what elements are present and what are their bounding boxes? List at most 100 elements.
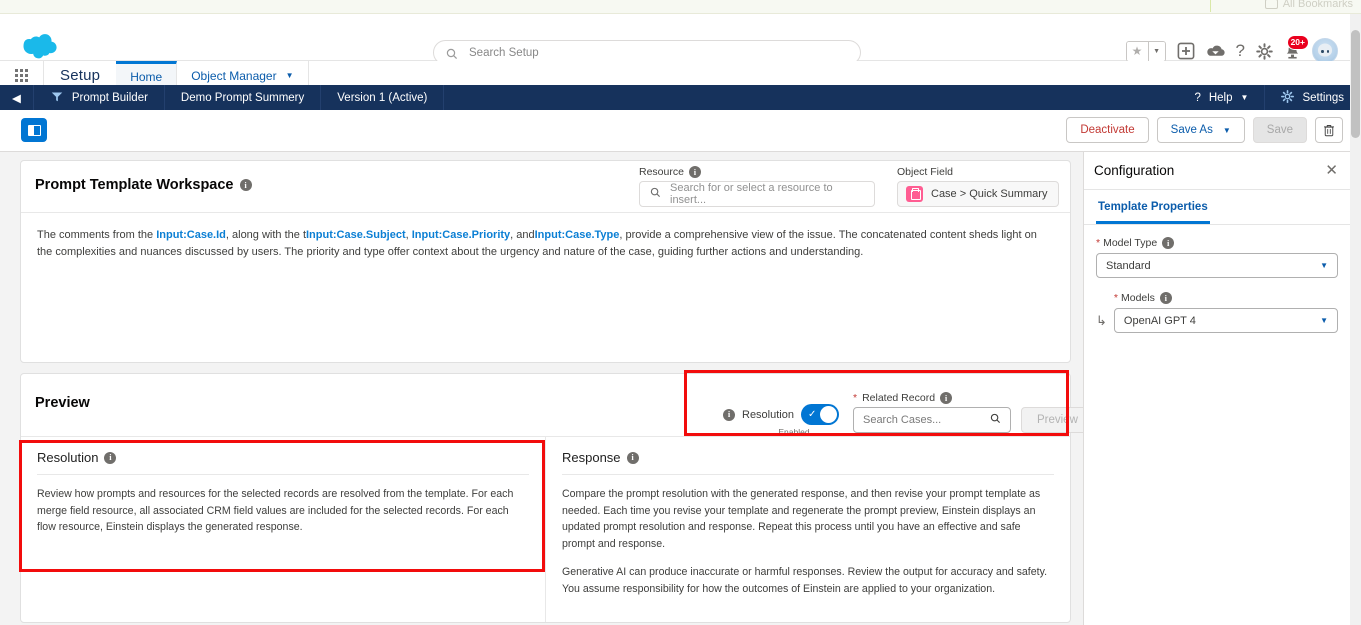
save-button[interactable]: Save — [1252, 117, 1307, 143]
model-type-value: Standard — [1106, 259, 1151, 272]
workspace-field-group: Resource i Search for or select a resour… — [639, 166, 1059, 207]
settings-menu[interactable]: Settings — [1265, 85, 1361, 110]
panel-split-icon — [27, 124, 41, 136]
toggle-side-panel-button[interactable] — [21, 118, 47, 142]
save-as-label: Save As — [1170, 124, 1213, 136]
prompt-segment: The comments from the — [37, 229, 157, 241]
workspace-title-text: Prompt Template Workspace — [35, 177, 234, 193]
deactivate-button[interactable]: Deactivate — [1066, 117, 1149, 143]
case-icon — [906, 186, 923, 202]
prompt-builder-context-bar: ◀ Prompt Builder Demo Prompt Summery Ver… — [0, 85, 1361, 110]
prompt-builder-label: Prompt Builder — [71, 91, 148, 104]
search-icon — [650, 185, 661, 203]
tab-home-label: Home — [130, 70, 163, 84]
models-field: * Models i OpenAI GPT 4 ▼ — [1113, 292, 1338, 333]
notification-count-badge: 20+ — [1286, 34, 1309, 50]
deploy-cloud-icon[interactable] — [1206, 43, 1225, 59]
configuration-panel: Configuration ✕ Template Properties * Mo… — [1083, 152, 1350, 625]
model-type-select[interactable]: Standard ▼ — [1096, 253, 1338, 278]
chevron-down-icon: ▼ — [1240, 93, 1249, 102]
favorites-star-icon[interactable]: ★ — [1126, 41, 1148, 61]
response-paragraph: Compare the prompt resolution with the g… — [562, 488, 1041, 550]
prompt-builder-label-cell[interactable]: Prompt Builder — [34, 85, 165, 110]
app-launcher-dots — [14, 68, 29, 83]
toolbar-actions: Deactivate Save As ▼ Save — [1066, 117, 1343, 143]
template-name-cell[interactable]: Demo Prompt Summery — [165, 85, 322, 110]
salesforce-cloud-logo[interactable] — [12, 32, 60, 62]
tab-template-properties[interactable]: Template Properties — [1096, 190, 1210, 224]
models-select[interactable]: OpenAI GPT 4 ▼ — [1113, 308, 1338, 333]
merge-field[interactable]: Input:Case.Id — [156, 229, 226, 241]
object-field-value[interactable]: Case > Quick Summary — [897, 181, 1059, 207]
favorites-group[interactable]: ★ ▼ — [1125, 40, 1166, 62]
template-name: Demo Prompt Summery — [180, 91, 305, 104]
object-field-wrapper: Object Field Case > Quick Summary — [897, 166, 1059, 207]
models-value: OpenAI GPT 4 — [1123, 314, 1196, 327]
workspace-header: Prompt Template Workspace i Resource i S… — [21, 161, 1070, 213]
required-marker: * — [1113, 292, 1118, 304]
model-type-label-row: * Model Type i — [1096, 237, 1338, 249]
all-bookmarks-button[interactable]: All Bookmarks — [1264, 0, 1353, 10]
delete-button[interactable] — [1315, 117, 1343, 143]
bookmark-divider — [1210, 0, 1211, 12]
highlight-box-resolution-pane — [19, 440, 545, 572]
models-row: ↳ * Models i OpenAI GPT 4 ▼ — [1096, 292, 1338, 333]
help-icon[interactable]: ? — [1236, 41, 1245, 61]
chevron-down-icon: ▼ — [1320, 261, 1328, 270]
response-pane-title-text: Response — [562, 450, 621, 465]
all-bookmarks-label: All Bookmarks — [1282, 0, 1353, 10]
model-type-label: Model Type — [1103, 237, 1158, 249]
resource-label: Resource — [639, 166, 684, 178]
info-icon[interactable]: i — [688, 166, 701, 178]
merge-field[interactable]: Input:Case.Subject — [306, 229, 406, 241]
prompt-text-editor[interactable]: The comments from the Input:Case.Id, alo… — [21, 213, 1070, 275]
setup-gear-icon[interactable] — [1256, 42, 1273, 60]
info-icon[interactable]: i — [239, 179, 252, 191]
settings-label: Settings — [1302, 91, 1344, 104]
response-paragraph: Generative AI can produce inaccurate or … — [562, 566, 1048, 595]
add-icon[interactable] — [1177, 42, 1195, 60]
band-right-group: ? Help ▼ Settings — [1178, 85, 1361, 110]
help-label: Help — [1208, 91, 1233, 104]
object-field-label: Object Field — [897, 166, 954, 178]
configuration-title: Configuration — [1094, 163, 1175, 178]
models-label: Models — [1121, 292, 1155, 304]
folder-icon — [1264, 0, 1278, 9]
prompt-template-workspace-card: Prompt Template Workspace i Resource i S… — [20, 160, 1071, 363]
chevron-down-icon: ▼ — [285, 71, 294, 80]
template-version-cell[interactable]: Version 1 (Active) — [321, 85, 445, 110]
back-arrow-icon: ◀ — [12, 92, 21, 105]
prompt-segment: , along with the t — [225, 229, 306, 241]
save-as-button[interactable]: Save As ▼ — [1156, 117, 1245, 143]
highlight-box-preview-controls — [684, 370, 1069, 436]
configuration-tabs: Template Properties — [1084, 190, 1350, 225]
chevron-down-icon: ▼ — [1222, 125, 1231, 135]
help-menu[interactable]: ? Help ▼ — [1178, 85, 1266, 110]
browser-bookmarks-bar: All Bookmarks — [0, 0, 1361, 14]
back-button[interactable]: ◀ — [0, 85, 34, 110]
merge-field[interactable]: Input:Case.Type — [535, 229, 620, 241]
prompt-builder-icon — [50, 89, 64, 106]
resource-field-wrapper: Resource i Search for or select a resour… — [639, 166, 875, 207]
info-icon[interactable]: i — [1162, 237, 1175, 249]
indent-arrow-icon: ↳ — [1096, 313, 1107, 328]
scrollbar-thumb[interactable] — [1351, 30, 1360, 138]
response-pane-body: Compare the prompt resolution with the g… — [562, 475, 1054, 597]
info-icon[interactable]: i — [1159, 292, 1172, 304]
resource-placeholder: Search for or select a resource to inser… — [670, 182, 833, 206]
info-icon[interactable]: i — [626, 451, 639, 464]
notifications-bell-icon[interactable]: 20+ — [1284, 34, 1309, 60]
object-field-label-row: Object Field — [897, 166, 1059, 178]
resource-label-row: Resource i — [639, 166, 875, 178]
close-icon[interactable]: ✕ — [1325, 163, 1338, 178]
global-search-placeholder: Search Setup — [469, 46, 539, 59]
page-scrollbar[interactable] — [1350, 14, 1361, 625]
merge-field[interactable]: Input:Case.Priority — [412, 229, 510, 241]
resource-search-input[interactable]: Search for or select a resource to inser… — [639, 181, 875, 207]
tab-object-manager-label: Object Manager — [191, 68, 277, 83]
favorites-dropdown-icon[interactable]: ▼ — [1147, 41, 1165, 61]
chevron-down-icon: ▼ — [1320, 316, 1328, 325]
response-pane: Response i Compare the prompt resolution… — [546, 437, 1070, 622]
global-header: Search Setup ★ ▼ ? 20+ — [0, 14, 1361, 65]
response-pane-title: Response i — [562, 450, 1054, 475]
